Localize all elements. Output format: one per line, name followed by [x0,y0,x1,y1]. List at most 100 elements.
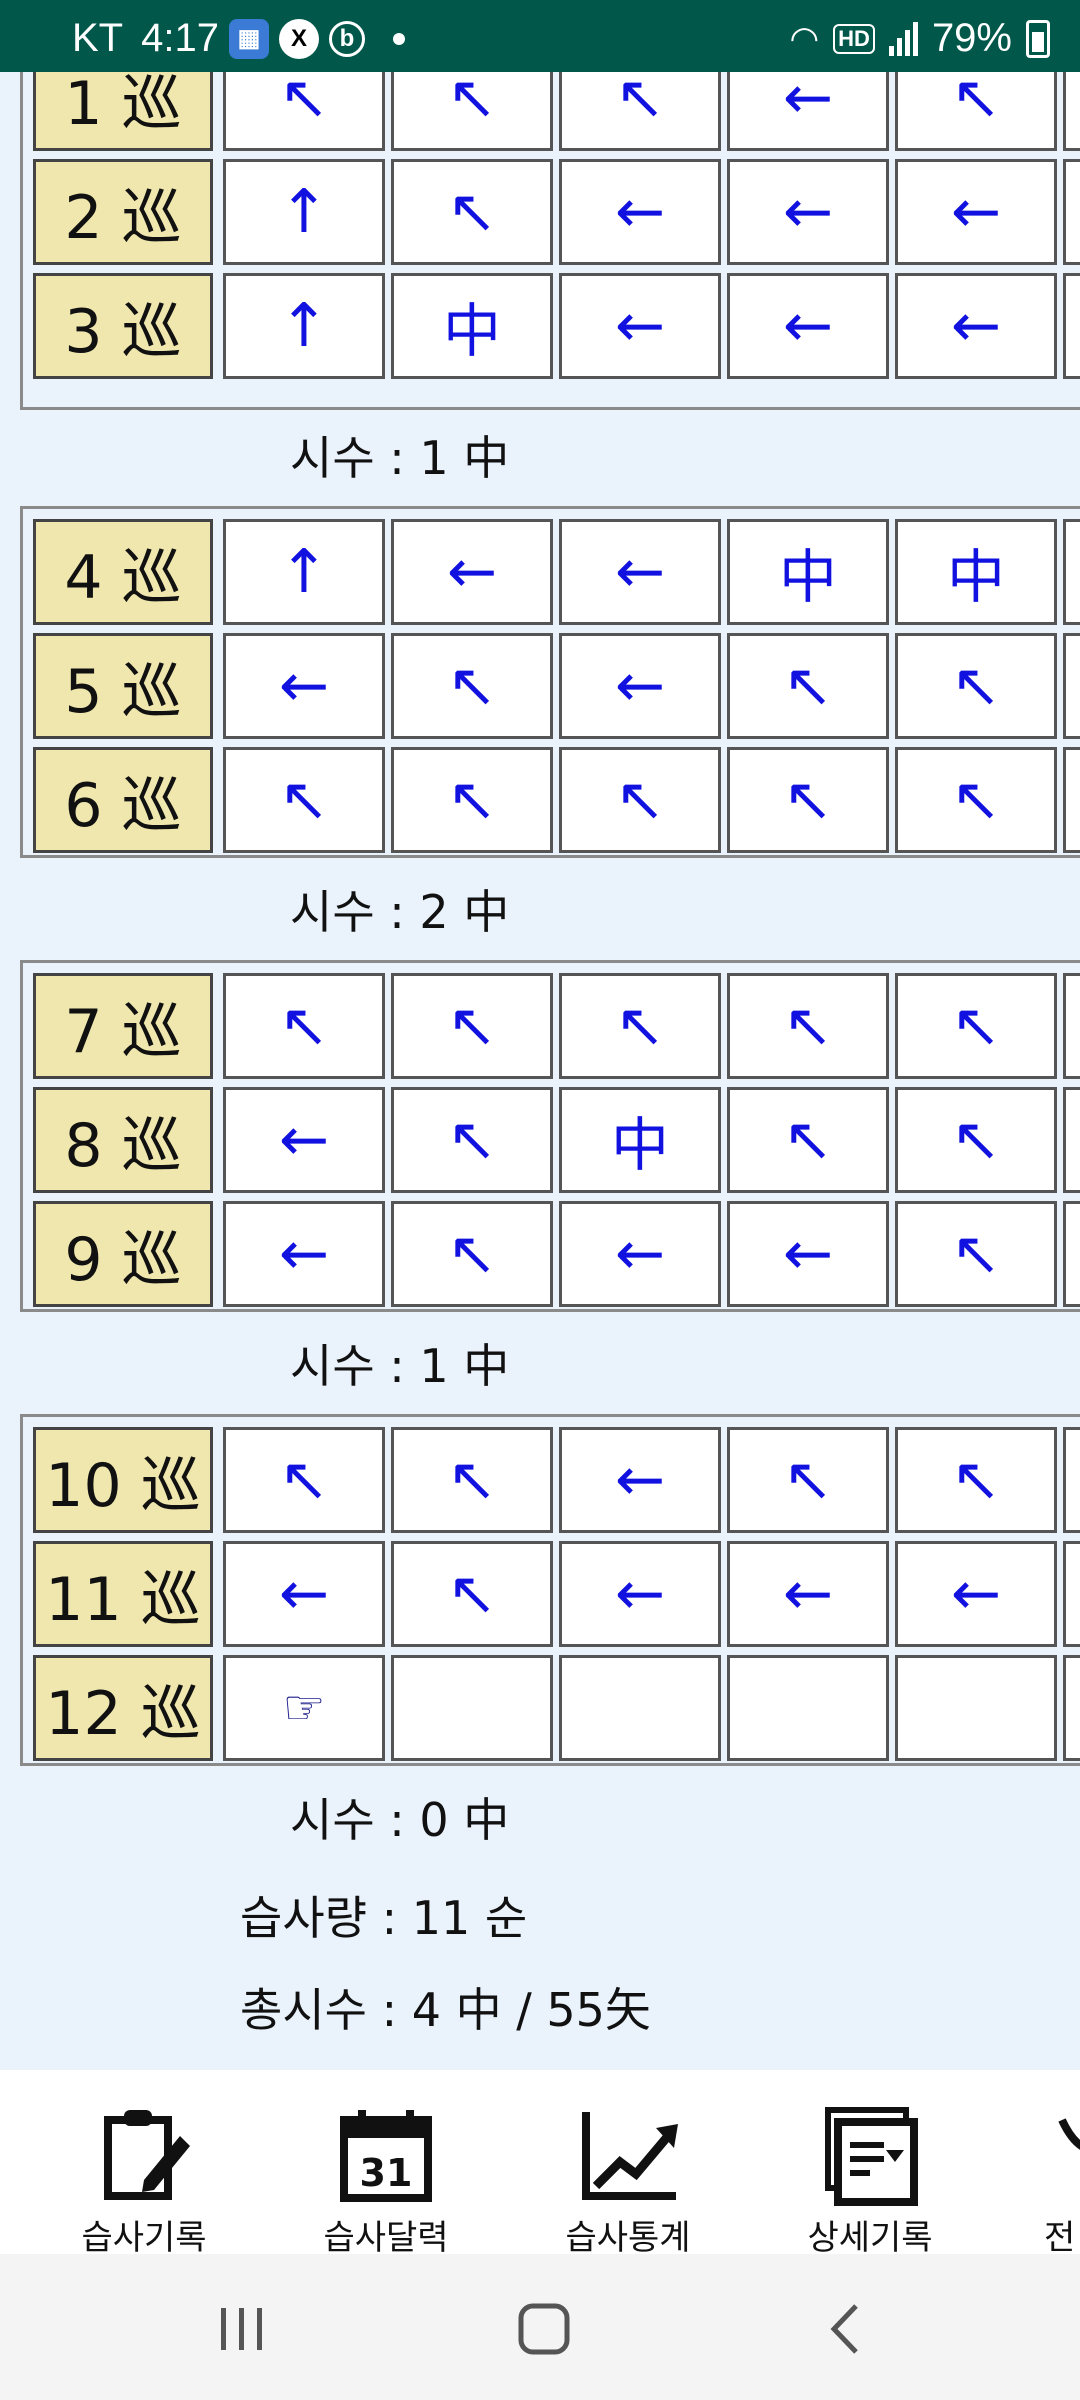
shot-cell[interactable]: ↖ [391,159,553,265]
shot-cell[interactable]: ↖ [895,633,1057,739]
round-label: 4 巡 [33,519,213,625]
shot-cell-partial[interactable] [1063,747,1080,853]
shot-cell[interactable]: ← [559,1201,721,1307]
shot-cell[interactable]: ↖ [223,747,385,853]
shot-cell[interactable]: 中 [727,519,889,625]
shot-cell[interactable]: ↖ [391,1541,553,1647]
shot-cell[interactable]: ← [895,159,1057,265]
shot-cell[interactable]: ← [727,273,889,379]
shot-cell[interactable]: ↖ [391,1201,553,1307]
shot-cell[interactable]: ↖ [895,973,1057,1079]
shot-cell[interactable]: ↑ [223,519,385,625]
block-hit-count: 시수 : 0 中 [290,1793,510,1847]
nav-calendar[interactable]: 31 습사달력 [286,2106,486,2254]
shot-cell[interactable]: ↖ [559,747,721,853]
shot-cell[interactable]: 中 [559,1087,721,1193]
shot-cell[interactable]: ↖ [895,1087,1057,1193]
shot-cell[interactable]: ← [727,159,889,265]
round-label: 2 巡 [33,159,213,265]
pointing-hand-icon[interactable]: ☞ [223,1655,385,1761]
shot-cell[interactable] [559,1655,721,1761]
shot-cell[interactable]: ↖ [391,747,553,853]
shot-cell[interactable]: ← [727,72,889,151]
round-block-1: 1 巡 ↖ ↖ ↖ ← ↖ 2 巡 ↑ ↖ ← ← ← 3 巡 ↑ 中 ← ← … [20,72,1080,410]
shot-cell-partial[interactable] [1063,973,1080,1079]
round-label: 11 巡 [33,1541,213,1647]
system-nav-bar [0,2254,1080,2400]
nav-label: 상세기록 [807,2218,933,2254]
shot-cell[interactable]: 中 [391,273,553,379]
shot-cell[interactable]: ← [895,273,1057,379]
shot-cell[interactable]: ↖ [223,72,385,151]
hd-icon: HD [833,23,875,54]
shot-cell[interactable]: ↖ [895,1201,1057,1307]
shot-cell[interactable]: ↖ [895,72,1057,151]
shot-cell[interactable]: ← [727,1201,889,1307]
shot-cell[interactable]: ↖ [391,1087,553,1193]
back-icon [830,2304,858,2354]
shot-cell-partial[interactable] [1063,72,1080,151]
shot-cell[interactable]: ← [391,519,553,625]
shot-cell-partial[interactable] [1063,1655,1080,1761]
shot-cell-partial[interactable] [1063,633,1080,739]
b-notification-icon: b [328,20,365,57]
shot-cell[interactable]: ← [223,1541,385,1647]
shot-cell-partial[interactable] [1063,159,1080,265]
shot-cell[interactable]: ↖ [559,973,721,1079]
shot-cell-partial[interactable] [1063,1427,1080,1533]
shot-cell[interactable]: ← [559,273,721,379]
shot-cell-partial[interactable] [1063,1541,1080,1647]
shot-cell[interactable]: ↖ [223,1427,385,1533]
nav-statistics[interactable]: 습사통계 [528,2106,728,2254]
shot-cell[interactable]: ↖ [223,973,385,1079]
shot-cell[interactable]: ← [559,1427,721,1533]
shot-cell[interactable]: ↖ [895,1427,1057,1533]
clipboard-edit-icon [104,2110,190,2200]
shot-cell[interactable]: ↖ [727,973,889,1079]
shot-cell[interactable]: ↖ [727,1087,889,1193]
shot-cell[interactable]: ← [223,1087,385,1193]
nav-partial[interactable]: 전 [1000,2106,1080,2254]
shot-cell[interactable]: 中 [895,519,1057,625]
signal-icon [888,21,918,56]
shot-cell[interactable]: ↖ [727,1427,889,1533]
shot-cell[interactable] [727,1655,889,1761]
shot-cell[interactable]: ↖ [391,1427,553,1533]
shot-cell[interactable]: ↖ [727,633,889,739]
shot-cell[interactable]: ↖ [391,973,553,1079]
shot-cell[interactable]: ← [559,1541,721,1647]
nav-record[interactable]: 습사기록 [44,2106,244,2254]
shot-cell-partial[interactable] [1063,1201,1080,1307]
shot-cell[interactable]: ← [559,519,721,625]
back-button[interactable] [806,2294,886,2364]
shot-cell[interactable] [895,1655,1057,1761]
total-hits-summary: 총시수 : 4 中 / 55矢 [240,1983,651,2037]
shot-cell[interactable]: ← [727,1541,889,1647]
shot-cell-partial[interactable] [1063,1087,1080,1193]
shot-cell[interactable]: ← [223,633,385,739]
shot-cell[interactable]: ↖ [727,747,889,853]
nav-detail[interactable]: 상세기록 [770,2106,970,2254]
recent-apps-icon [221,2308,262,2350]
shot-cell[interactable]: ← [895,1541,1057,1647]
recent-apps-button[interactable] [202,2294,282,2364]
shot-cell-partial[interactable] [1063,273,1080,379]
rounds-shot-summary: 습사량 : 11 순 [240,1891,528,1945]
home-button[interactable] [504,2294,584,2364]
shot-cell[interactable]: ↖ [391,633,553,739]
document-list-icon [825,2107,918,2206]
shot-cell-partial[interactable] [1063,519,1080,625]
shot-cell[interactable]: ↖ [559,72,721,151]
shot-cell[interactable]: ← [223,1201,385,1307]
shot-cell[interactable]: ← [559,633,721,739]
shot-cell[interactable]: ↑ [223,273,385,379]
round-label: 3 巡 [33,273,213,379]
shot-cell[interactable]: ↖ [391,72,553,151]
shot-cell[interactable]: ↑ [223,159,385,265]
block-hit-count: 시수 : 2 中 [290,885,510,939]
shot-cell[interactable]: ← [559,159,721,265]
round-label: 12 巡 [33,1655,213,1761]
shot-cell[interactable]: ↖ [895,747,1057,853]
shot-cell[interactable] [391,1655,553,1761]
battery-percent: 79% [931,16,1012,60]
